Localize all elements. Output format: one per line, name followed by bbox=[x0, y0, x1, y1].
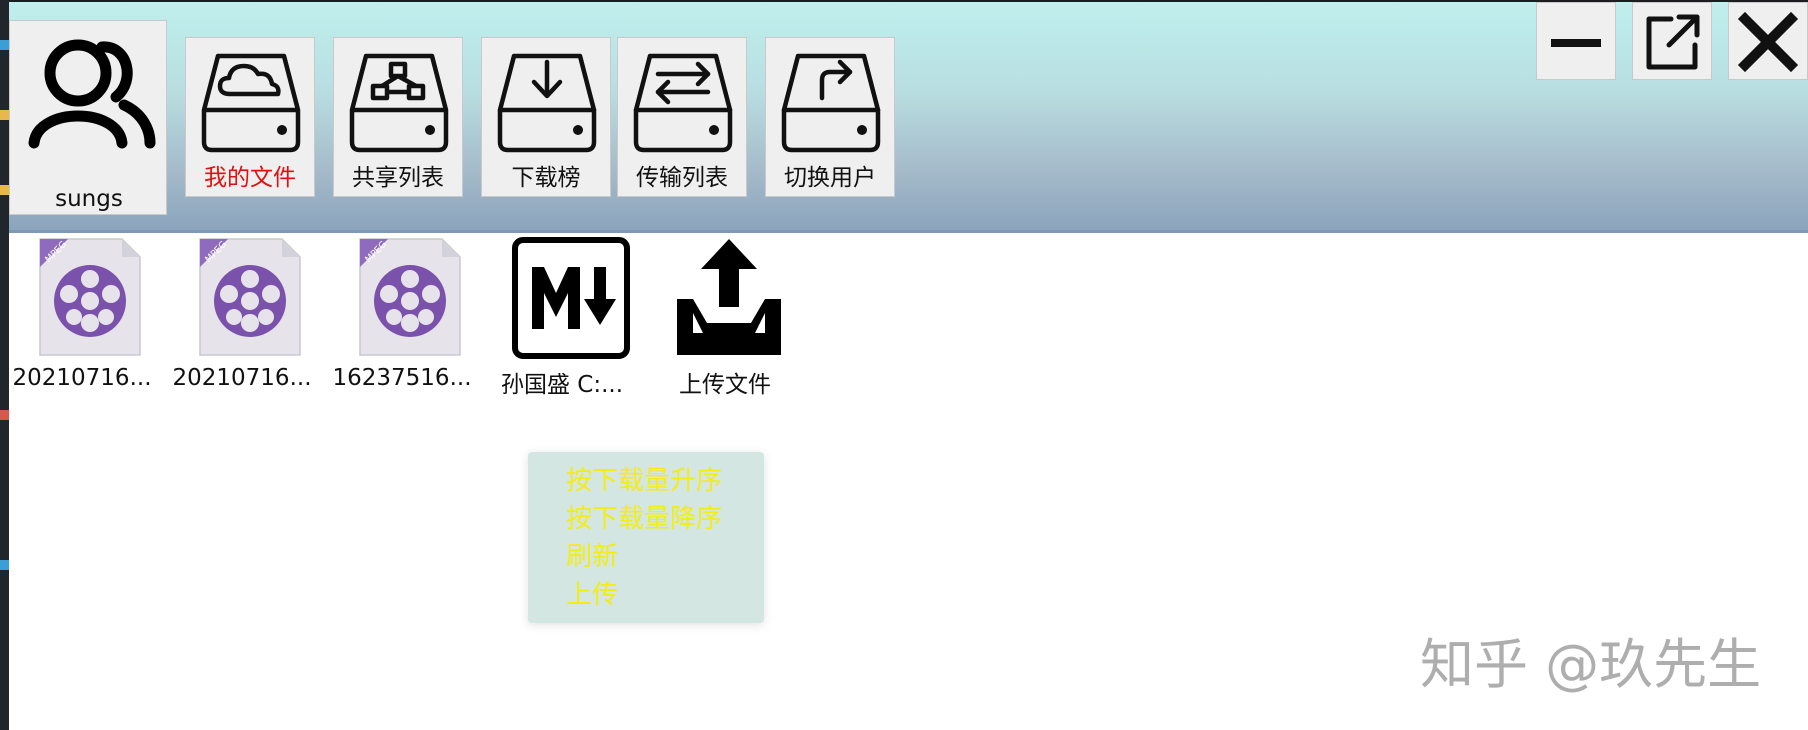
markdown-file-icon bbox=[512, 237, 630, 359]
users-icon bbox=[28, 39, 156, 149]
switch-drive-icon bbox=[781, 53, 881, 153]
upload-icon bbox=[677, 239, 781, 355]
nav-label: 共享列表 bbox=[352, 165, 444, 191]
file-item[interactable]: MPEG 20210716... bbox=[2, 237, 162, 397]
menu-refresh[interactable]: 刷新 bbox=[566, 538, 764, 576]
nav-label: 下载榜 bbox=[511, 165, 581, 191]
cloud-drive-icon bbox=[201, 53, 301, 153]
file-item[interactable]: 孙国盛 C:... bbox=[482, 237, 642, 398]
minimize-button[interactable] bbox=[1536, 2, 1616, 80]
close-icon bbox=[1737, 11, 1799, 73]
file-item[interactable]: MPEG 20210716... bbox=[162, 237, 322, 397]
transfer-drive-icon bbox=[633, 53, 733, 153]
restore-icon bbox=[1646, 14, 1700, 70]
mpeg-file-icon: MPEG bbox=[39, 238, 141, 356]
maximize-button[interactable] bbox=[1632, 2, 1712, 80]
download-drive-icon bbox=[497, 53, 597, 153]
nav-label: 我的文件 bbox=[204, 165, 296, 191]
file-name: 20210716... bbox=[172, 365, 312, 391]
menu-upload[interactable]: 上传 bbox=[566, 576, 764, 614]
file-name: 20210716... bbox=[12, 365, 152, 391]
user-name: sungs bbox=[55, 186, 123, 212]
menu-sort-download-desc[interactable]: 按下载量降序 bbox=[566, 500, 764, 538]
menu-sort-download-asc[interactable]: 按下载量升序 bbox=[566, 462, 764, 500]
nav-transfer-list-button[interactable]: 传输列表 bbox=[617, 37, 747, 197]
watermark: 知乎 @玖先生 bbox=[1420, 633, 1762, 696]
nav-label: 传输列表 bbox=[636, 165, 728, 191]
mpeg-file-icon: MPEG bbox=[359, 238, 461, 356]
upload-file-button[interactable]: 上传文件 bbox=[645, 237, 805, 398]
nav-label: 切换用户 bbox=[784, 165, 876, 191]
close-button[interactable] bbox=[1728, 2, 1808, 80]
file-name: 16237516... bbox=[332, 365, 472, 391]
file-name: 孙国盛 C:... bbox=[500, 372, 624, 398]
nav-share-list-button[interactable]: 共享列表 bbox=[333, 37, 463, 197]
header-bar: sungs 我的文件 共享列表 下载榜 传输列表 切换用户 bbox=[9, 0, 1808, 233]
user-profile-button[interactable]: sungs bbox=[9, 20, 167, 215]
nav-switch-user-button[interactable]: 切换用户 bbox=[765, 37, 895, 197]
app-window: sungs 我的文件 共享列表 下载榜 传输列表 切换用户 MPEG 20210… bbox=[0, 0, 1808, 730]
file-name: 上传文件 bbox=[679, 372, 771, 398]
nav-download-rank-button[interactable]: 下载榜 bbox=[481, 37, 611, 197]
share-drive-icon bbox=[349, 53, 449, 153]
nav-my-files-button[interactable]: 我的文件 bbox=[185, 37, 315, 197]
minimize-icon bbox=[1551, 39, 1601, 47]
context-menu: 按下载量升序 按下载量降序 刷新 上传 bbox=[528, 452, 764, 623]
file-item[interactable]: MPEG 16237516... bbox=[322, 237, 482, 397]
mpeg-file-icon: MPEG bbox=[199, 238, 301, 356]
